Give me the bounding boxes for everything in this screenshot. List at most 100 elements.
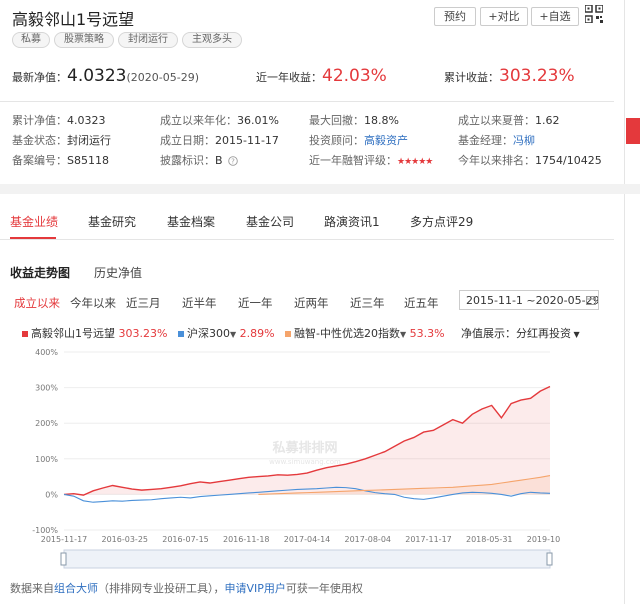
total-return-label: 累计收益： <box>444 71 499 84</box>
footer-text: 可获一年使用权 <box>285 582 363 595</box>
detail-label: 今年以来排名： <box>458 154 535 167</box>
detail-value: 1.62 <box>535 114 560 127</box>
tab-profile[interactable]: 基金档案 <box>167 213 215 230</box>
legend-value: 53.3% <box>409 327 445 340</box>
manager-link[interactable]: 冯柳 <box>513 134 535 147</box>
return-chart[interactable]: 400% 300% 200% 100% 0% -100% 2015-11-17 2016-0… <box>0 340 560 578</box>
detail-inception: 成立日期：2015-11-17 <box>160 132 279 148</box>
range-handle-right[interactable] <box>546 552 553 566</box>
legend-label: 融智-中性优选20指数 <box>294 327 400 340</box>
compare-button[interactable]: +对比 <box>480 7 528 26</box>
detail-label: 披露标识： <box>160 154 215 167</box>
fund-title: 高毅邻山1号远望 <box>12 10 135 29</box>
detail-value: S85118 <box>67 154 109 167</box>
legend-index2[interactable]: 融智-中性优选20指数▼ 53.3% <box>285 325 445 341</box>
latest-nav-value: 4.0323 <box>67 66 127 86</box>
y-tick-label: -100% <box>32 526 58 535</box>
period-3m[interactable]: 近三月 <box>126 295 161 311</box>
detail-label: 成立以来年化： <box>160 114 237 127</box>
advisor-link[interactable]: 高毅资产 <box>364 134 408 147</box>
detail-label: 基金经理： <box>458 134 513 147</box>
tabs-divider <box>0 239 614 240</box>
detail-label: 最大回撤： <box>309 114 364 127</box>
period-5y[interactable]: 近五年 <box>404 295 439 311</box>
detail-value: 4.0323 <box>67 114 106 127</box>
x-tick-label: 2017-08-04 <box>345 535 392 544</box>
legend-index1[interactable]: 沪深300▼ 2.89% <box>178 325 275 341</box>
apply-vip-link[interactable]: 申请VIP用户 <box>225 582 286 595</box>
detail-sharpe: 成立以来夏普：1.62 <box>458 112 560 128</box>
detail-label: 投资顾问： <box>309 134 364 147</box>
tag-status[interactable]: 封闭运行 <box>118 32 178 48</box>
detail-value: 封闭运行 <box>67 134 111 147</box>
add-watchlist-button[interactable]: +自选 <box>531 7 579 26</box>
detail-label: 成立以来夏普： <box>458 114 535 127</box>
chevron-down-icon: ▼ <box>230 330 237 339</box>
detail-max-drawdown: 最大回撤：18.8% <box>309 112 399 128</box>
combo-master-link[interactable]: 组合大师 <box>54 582 98 595</box>
footer-text: 数据来自 <box>10 582 54 595</box>
period-1y[interactable]: 近一年 <box>238 295 273 311</box>
detail-value: 2015-11-17 <box>215 134 279 147</box>
tab-roadshow[interactable]: 路演资讯1 <box>324 213 380 230</box>
chart-watermark: 私募排排网 <box>272 440 337 456</box>
detail-disclosure: 披露标识：B ? <box>160 152 238 168</box>
calendar-icon[interactable] <box>586 295 596 305</box>
latest-nav-date: (2020-05-29) <box>126 71 199 84</box>
period-6m[interactable]: 近半年 <box>182 295 217 311</box>
x-axis-ticks: 2015-11-17 2016-03-25 2016-07-15 2016-11-18… <box>41 535 560 544</box>
tab-research[interactable]: 基金研究 <box>88 213 136 230</box>
one-year-return: 近一年收益：42.03% <box>256 66 387 86</box>
section-separator <box>0 184 640 194</box>
x-tick-label: 2019-10-31 <box>527 535 560 544</box>
date-range-input[interactable]: 2015-11-1 ~2020-05-29 <box>459 290 599 310</box>
tag-private[interactable]: 私募 <box>12 32 50 48</box>
y-tick-label: 300% <box>35 384 58 393</box>
detail-cum-nav: 累计净值：4.0323 <box>12 112 106 128</box>
subtab-return-chart[interactable]: 收益走势图 <box>10 264 70 281</box>
summary-divider <box>0 101 614 102</box>
y-tick-label: 100% <box>35 455 58 464</box>
detail-value: 36.01% <box>237 114 279 127</box>
period-2y[interactable]: 近两年 <box>294 295 329 311</box>
legend-fund[interactable]: 高毅邻山1号远望 303.23% <box>22 325 167 341</box>
subtab-history-nav[interactable]: 历史净值 <box>94 264 142 281</box>
range-handle-left[interactable] <box>60 552 67 566</box>
qrcode-icon[interactable] <box>585 5 603 23</box>
detail-label: 累计净值： <box>12 114 67 127</box>
rating-stars: ★★★★★ <box>397 157 433 167</box>
period-3y[interactable]: 近三年 <box>350 295 385 311</box>
detail-value: B <box>215 154 223 167</box>
legend-swatch <box>178 331 184 337</box>
help-icon[interactable]: ? <box>228 156 238 166</box>
detail-label: 基金状态： <box>12 134 67 147</box>
legend-swatch <box>22 331 28 337</box>
detail-label: 近一年融智评级： <box>309 154 397 167</box>
chevron-down-icon: ▼ <box>571 330 580 339</box>
period-since-inception[interactable]: 成立以来 <box>14 295 60 311</box>
nav-display-label: 净值展示：分红再投资 <box>461 327 571 340</box>
tag-strategy[interactable]: 股票策略 <box>54 32 114 48</box>
reserve-button[interactable]: 预约 <box>434 7 476 26</box>
legend-label: 沪深300 <box>187 327 230 340</box>
nav-display-select[interactable]: 净值展示：分红再投资 ▼ <box>461 325 580 341</box>
right-sidebar <box>624 0 640 604</box>
tab-performance[interactable]: 基金业绩 <box>10 213 58 230</box>
sidebar-action-button[interactable] <box>626 118 640 144</box>
period-ytd[interactable]: 今年以来 <box>70 295 116 311</box>
one-year-label: 近一年收益： <box>256 71 322 84</box>
x-tick-label: 2018-05-31 <box>466 535 513 544</box>
detail-value: 18.8% <box>364 114 399 127</box>
total-return: 累计收益：303.23% <box>444 66 575 86</box>
tag-style[interactable]: 主观多头 <box>182 32 242 48</box>
tab-reviews[interactable]: 多方点评29 <box>410 213 473 230</box>
latest-nav-label: 最新净值： <box>12 71 67 84</box>
y-tick-label: 400% <box>35 348 58 357</box>
detail-value: 1754/10425 <box>535 154 602 167</box>
total-return-value: 303.23% <box>499 66 575 86</box>
tab-company[interactable]: 基金公司 <box>246 213 294 230</box>
x-tick-label: 2016-07-15 <box>162 535 209 544</box>
range-navigator[interactable] <box>63 549 551 569</box>
detail-label: 成立日期： <box>160 134 215 147</box>
x-tick-label: 2016-11-18 <box>223 535 270 544</box>
